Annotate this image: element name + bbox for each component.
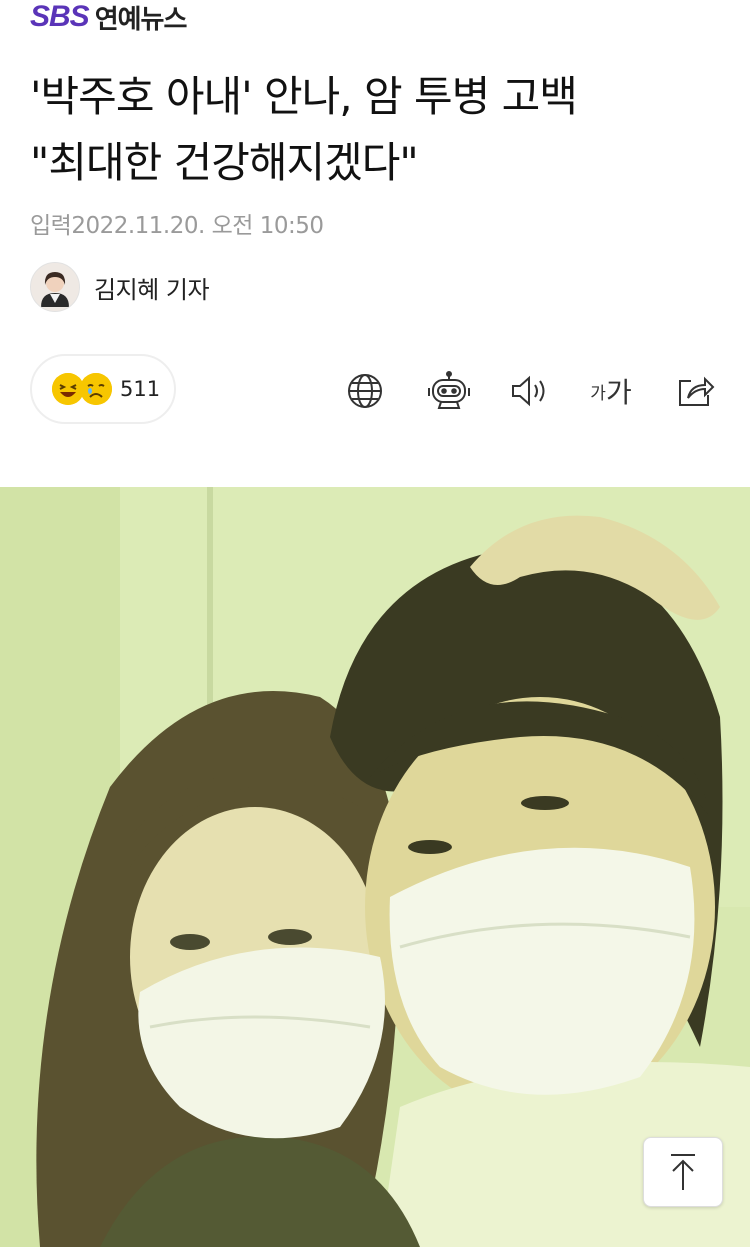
robot-icon <box>428 371 470 409</box>
crying-emoji-icon <box>80 373 112 405</box>
share-button[interactable] <box>670 366 720 416</box>
article-toolbar: 가가 <box>340 366 720 416</box>
scroll-to-top-button[interactable] <box>643 1137 723 1207</box>
text-to-speech-button[interactable] <box>504 366 554 416</box>
brand-section-name: 연예뉴스 <box>94 4 188 35</box>
headline-line-1: '박주호 아내' 안나, 암 투병 고백 <box>30 72 578 121</box>
reporter-name: 김지혜 기자 <box>94 275 210 304</box>
brand-logo-sbs: SBS <box>30 0 90 33</box>
globe-icon <box>348 374 382 408</box>
headline-line-2: "최대한 건강해지겠다" <box>30 138 419 187</box>
font-size-button[interactable]: 가가 <box>586 366 636 416</box>
share-icon <box>679 376 715 406</box>
arrow-up-icon <box>671 1154 695 1190</box>
byline[interactable]: 김지혜 기자 <box>30 262 210 312</box>
reaction-button[interactable]: 511 <box>30 354 176 424</box>
font-size-small-label: 가 <box>590 383 606 404</box>
ai-summary-button[interactable] <box>424 366 474 416</box>
article-photo <box>0 487 750 1247</box>
font-size-large-label: 가 <box>605 376 632 409</box>
article-headline: '박주호 아내' 안나, 암 투병 고백 "최대한 건강해지겠다" <box>30 64 720 196</box>
article-dateline: 입력2022.11.20. 오전 10:50 <box>30 213 324 239</box>
reaction-count: 511 <box>120 377 161 401</box>
speaker-icon <box>512 375 545 407</box>
translate-button[interactable] <box>340 366 390 416</box>
site-logo[interactable]: SBS 연예뉴스 <box>30 0 188 35</box>
reporter-avatar <box>30 262 80 312</box>
